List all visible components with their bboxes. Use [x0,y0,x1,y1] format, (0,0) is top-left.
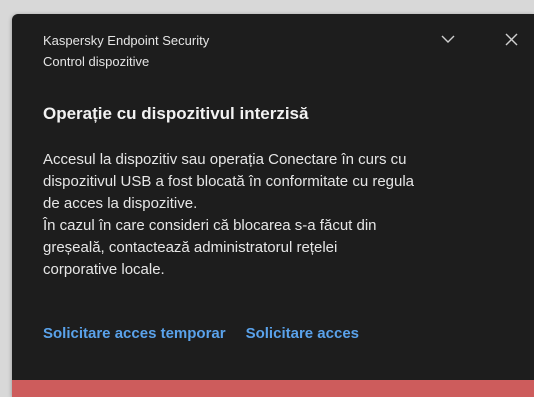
notification-title: Operație cu dispozitivul interzisă [43,104,309,123]
notification-message: Accesul la dispozitiv sau operația Conec… [43,149,513,281]
notification-window: Kaspersky Endpoint Security Control disp… [12,14,534,397]
message-line: În cazul în care consideri că blocarea s… [43,217,377,234]
message-line: dispozitivul USB a fost blocată în confo… [43,173,415,190]
close-icon [505,33,517,45]
app-name: Kaspersky Endpoint Security [43,33,210,48]
window-header: Kaspersky Endpoint Security Control disp… [43,30,209,72]
message-line: de acces la dispozitive. [43,195,198,212]
message-line: Accesul la dispozitiv sau operația Conec… [43,151,407,168]
message-line: greșeală, contactează administratorul re… [43,239,338,256]
close-button[interactable] [498,26,524,52]
chevron-down-icon [441,35,455,43]
collapse-button[interactable] [435,26,461,52]
request-temporary-access-link[interactable]: Solicitare acces temporar [43,325,226,342]
request-access-link[interactable]: Solicitare acces [246,325,359,342]
action-links: Solicitare acces temporar Solicitare acce… [43,325,359,343]
status-bar [12,380,534,397]
message-line: corporative locale. [43,261,165,278]
component-name: Control dispozitive [43,54,150,69]
